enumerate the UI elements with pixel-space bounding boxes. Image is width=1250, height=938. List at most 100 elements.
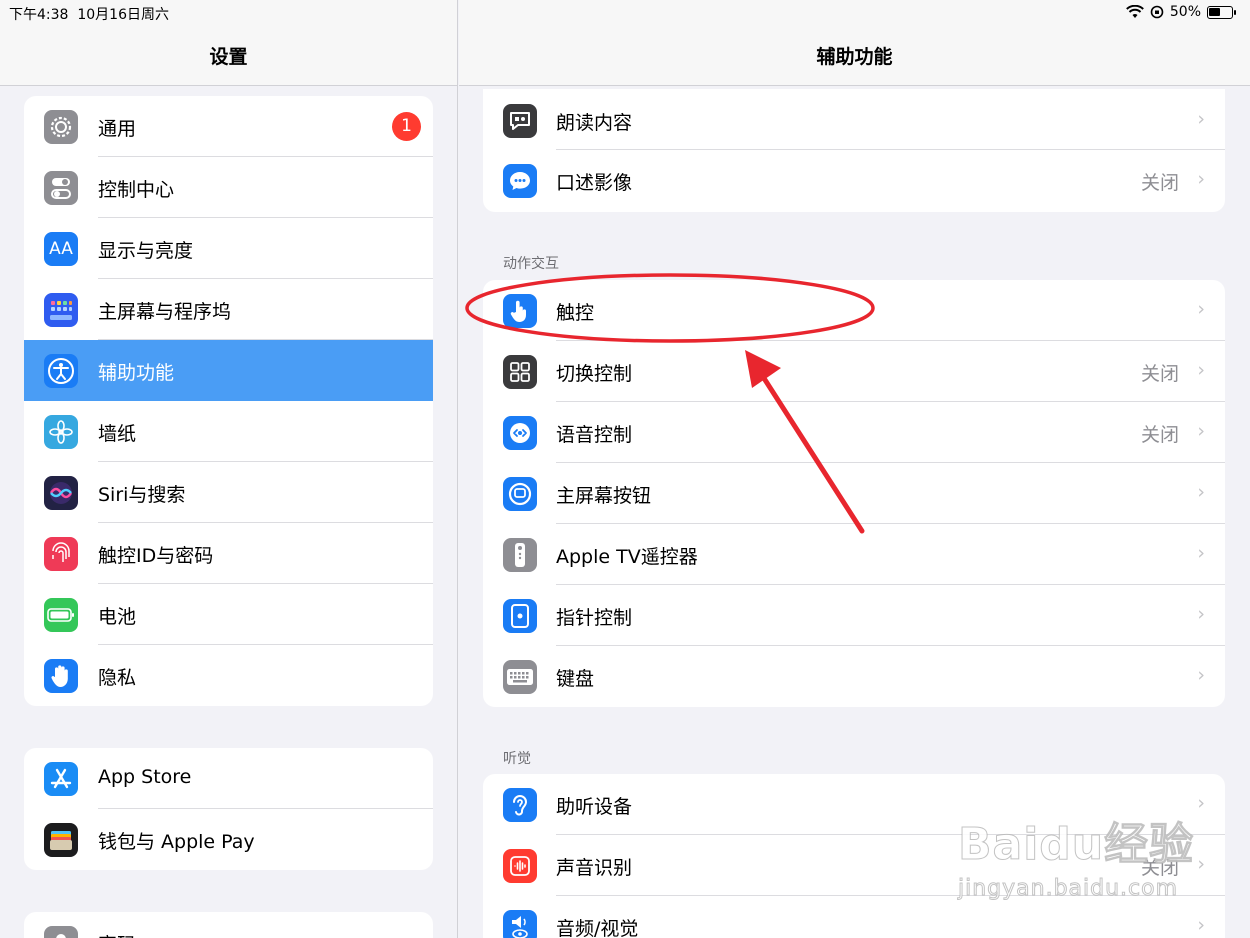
sidebar-item-general[interactable]: 通用 1 xyxy=(24,96,433,157)
sidebar-item-label: 主屏幕与程序坞 xyxy=(98,301,232,323)
flower-icon xyxy=(44,415,78,449)
fingerprint-icon xyxy=(44,537,78,571)
notification-badge: 1 xyxy=(392,112,421,141)
row-apple-tv-remote[interactable]: Apple TV遥控器 › xyxy=(483,524,1225,585)
row-audio-descriptions[interactable]: 口述影像 关闭 › xyxy=(483,150,1225,211)
battery-percent: 50% xyxy=(1169,4,1201,20)
sidebar-item-label: 通用 xyxy=(98,118,137,140)
row-label: 声音识别 xyxy=(556,857,633,879)
sidebar-item-app-store[interactable]: App Store xyxy=(24,748,433,809)
accessibility-detail-pane: 辅助功能 朗读内容 › 口述影像 关闭 › 动作交互 触控 › 切换控制 关闭 … xyxy=(459,0,1250,938)
row-audio-visual[interactable]: 音频/视觉 › xyxy=(483,896,1225,938)
touch-hand-icon xyxy=(503,294,537,328)
ear-icon xyxy=(503,788,537,822)
chevron-right-icon: › xyxy=(1197,108,1205,130)
detail-title: 辅助功能 xyxy=(816,46,893,68)
chevron-right-icon: › xyxy=(1197,853,1205,875)
sidebar-item-label: 触控ID与密码 xyxy=(98,545,214,567)
sidebar-group-main: 通用 1 控制中心 AA 显示与亮度 主屏幕与程序坞 辅助功能 墙纸 Siri与… xyxy=(24,96,433,706)
row-label: 键盘 xyxy=(556,668,595,690)
sidebar-item-label: 电池 xyxy=(98,606,137,628)
wifi-icon xyxy=(1125,5,1144,18)
row-spoken-content[interactable]: 朗读内容 › xyxy=(483,89,1225,150)
row-label: 指针控制 xyxy=(556,607,633,629)
sound-recognition-icon xyxy=(503,849,537,883)
status-time: 下午4:38 xyxy=(9,7,69,23)
speech-bubble-icon xyxy=(503,104,537,138)
app-store-icon xyxy=(44,762,78,796)
sidebar-title: 设置 xyxy=(209,46,248,68)
row-pointer-control[interactable]: 指针控制 › xyxy=(483,585,1225,646)
chevron-right-icon: › xyxy=(1197,420,1205,442)
row-touch[interactable]: 触控 › xyxy=(483,280,1225,341)
sidebar-item-accessibility[interactable]: 辅助功能 xyxy=(24,340,433,401)
home-grid-icon xyxy=(44,293,78,327)
status-bar: 下午4:38 10月16日周六 50% xyxy=(0,0,1250,24)
chevron-right-icon: › xyxy=(1197,792,1205,814)
sidebar-item-display[interactable]: AA 显示与亮度 xyxy=(24,218,433,279)
chevron-right-icon: › xyxy=(1197,168,1205,190)
row-home-button[interactable]: 主屏幕按钮 › xyxy=(483,463,1225,524)
sidebar-item-passwords[interactable]: 密码 xyxy=(24,912,433,938)
row-value: 关闭 xyxy=(1140,172,1179,194)
settings-sidebar: 设置 通用 1 控制中心 AA 显示与亮度 主屏幕与程序坞 辅助功能 墙纸 Si… xyxy=(0,0,458,938)
siri-icon xyxy=(44,476,78,510)
sidebar-item-battery[interactable]: 电池 xyxy=(24,584,433,645)
orientation-lock-icon xyxy=(1150,5,1164,19)
wallet-icon xyxy=(44,823,78,857)
vision-group: 朗读内容 › 口述影像 关闭 › xyxy=(483,89,1225,212)
sidebar-item-label: 辅助功能 xyxy=(98,362,175,384)
keyboard-icon xyxy=(503,660,537,694)
chevron-right-icon: › xyxy=(1197,298,1205,320)
remote-icon xyxy=(503,538,537,572)
home-button-icon xyxy=(503,477,537,511)
section-header-interaction: 动作交互 xyxy=(503,256,559,272)
chevron-right-icon: › xyxy=(1197,542,1205,564)
row-label: Apple TV遥控器 xyxy=(556,546,698,568)
watermark-logo: Baidu经验 xyxy=(957,819,1195,871)
sidebar-item-label: 密码 xyxy=(98,930,136,938)
sidebar-item-privacy[interactable]: 隐私 xyxy=(24,645,433,706)
row-label: 触控 xyxy=(556,302,595,324)
row-label: 音频/视觉 xyxy=(556,918,639,938)
row-switch-control[interactable]: 切换控制 关闭 › xyxy=(483,341,1225,402)
row-label: 语音控制 xyxy=(556,424,633,446)
interaction-group: 触控 › 切换控制 关闭 › 语音控制 关闭 › 主屏幕按钮 › Apple T… xyxy=(483,280,1225,707)
chevron-right-icon: › xyxy=(1197,481,1205,503)
sidebar-item-label: 墙纸 xyxy=(98,423,137,445)
row-label: 助听设备 xyxy=(556,796,633,818)
accessibility-icon xyxy=(44,354,78,388)
sidebar-item-touch-id[interactable]: 触控ID与密码 xyxy=(24,523,433,584)
sidebar-item-label: App Store xyxy=(98,766,192,788)
sidebar-item-label: Siri与搜索 xyxy=(98,484,186,506)
sidebar-group-passwords: 密码 xyxy=(24,912,433,938)
audio-visual-icon xyxy=(503,910,537,938)
watermark-url: jingyan.baidu.com xyxy=(957,876,1179,902)
chevron-right-icon: › xyxy=(1197,359,1205,381)
sidebar-item-home-screen[interactable]: 主屏幕与程序坞 xyxy=(24,279,433,340)
sidebar-item-label: 隐私 xyxy=(98,667,137,689)
row-voice-control[interactable]: 语音控制 关闭 › xyxy=(483,402,1225,463)
sidebar-item-wallpaper[interactable]: 墙纸 xyxy=(24,401,433,462)
key-icon xyxy=(44,926,78,938)
section-header-hearing: 听觉 xyxy=(503,751,531,767)
row-value: 关闭 xyxy=(1140,424,1179,446)
sidebar-item-control-center[interactable]: 控制中心 xyxy=(24,157,433,218)
row-label: 口述影像 xyxy=(556,172,633,194)
status-date: 10月16日周六 xyxy=(77,7,169,23)
toggle-icon xyxy=(44,171,78,205)
status-time-date: 下午4:38 10月16日周六 xyxy=(9,4,169,24)
voice-control-icon xyxy=(503,416,537,450)
row-keyboard[interactable]: 键盘 › xyxy=(483,646,1225,707)
row-label: 主屏幕按钮 xyxy=(556,485,652,507)
sidebar-item-label: 钱包与 Apple Pay xyxy=(98,831,255,853)
sidebar-item-siri[interactable]: Siri与搜索 xyxy=(24,462,433,523)
text-size-icon: AA xyxy=(44,232,78,266)
sidebar-group-store: App Store 钱包与 Apple Pay xyxy=(24,748,433,870)
sidebar-item-wallet[interactable]: 钱包与 Apple Pay xyxy=(24,809,433,870)
hand-icon xyxy=(44,659,78,693)
audio-description-icon xyxy=(503,164,537,198)
sidebar-item-label: 显示与亮度 xyxy=(98,240,194,262)
row-label: 切换控制 xyxy=(556,363,633,385)
chevron-right-icon: › xyxy=(1197,603,1205,625)
